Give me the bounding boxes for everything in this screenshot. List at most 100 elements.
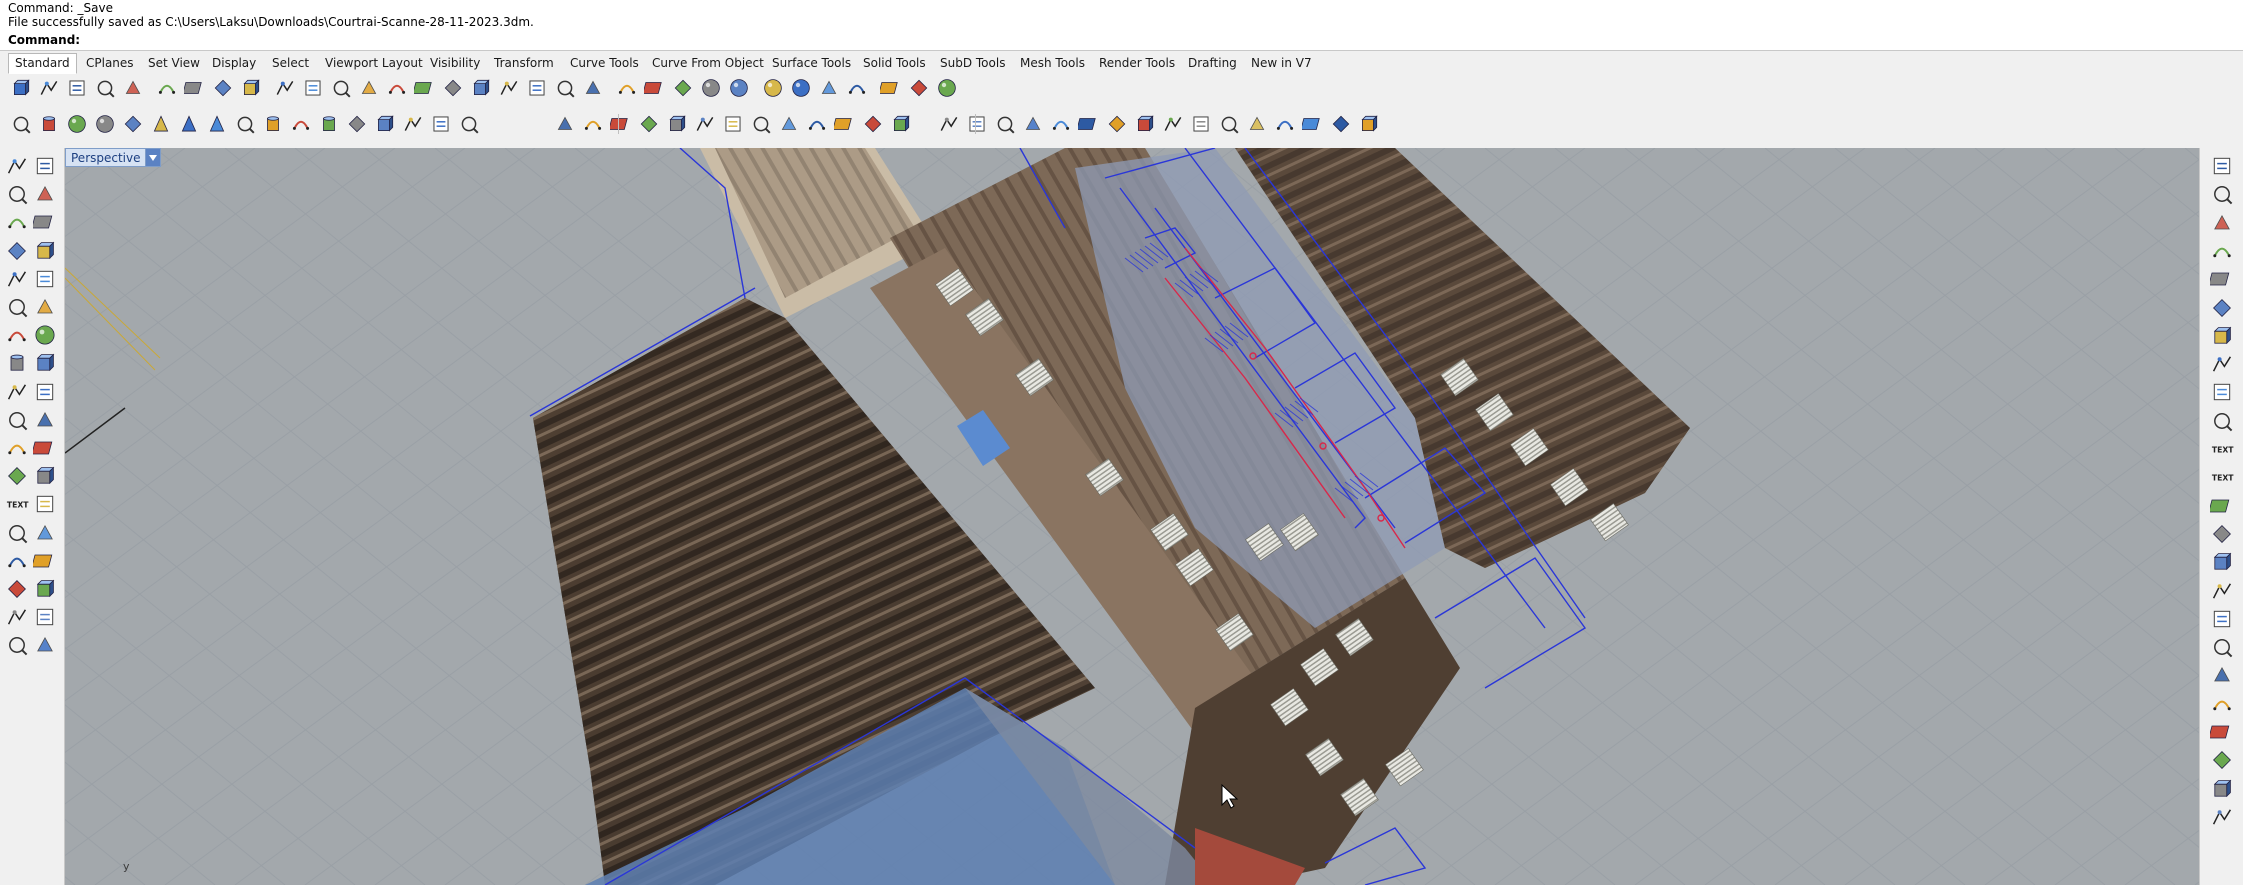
grid-mesh-icon[interactable]: [1274, 113, 1296, 135]
chamfer-icon[interactable]: [1134, 113, 1156, 135]
join-icon[interactable]: [33, 605, 57, 629]
array-points-icon[interactable]: [1302, 113, 1324, 135]
pan-icon[interactable]: [274, 77, 296, 99]
sun-icon[interactable]: [908, 77, 930, 99]
layer-icon[interactable]: [2210, 607, 2234, 631]
pyramid-icon[interactable]: [206, 113, 228, 135]
tab-visibility[interactable]: Visibility: [424, 54, 486, 73]
fillet-tool-icon[interactable]: [5, 380, 29, 404]
layers-icon[interactable]: [644, 77, 666, 99]
zoom-extents-icon[interactable]: [386, 77, 408, 99]
hatch-icon[interactable]: [2210, 579, 2234, 603]
tab-display[interactable]: Display: [206, 54, 262, 73]
osnap-cen-icon[interactable]: [2210, 239, 2234, 263]
tab-transform[interactable]: Transform: [488, 54, 560, 73]
plane-solid-icon[interactable]: [234, 113, 256, 135]
extrude-srf-point-icon[interactable]: [694, 113, 716, 135]
leader-icon[interactable]: [2210, 522, 2234, 546]
open-folder-icon[interactable]: [2210, 720, 2234, 744]
scale-tool-icon[interactable]: [33, 464, 57, 488]
tab-new-in-v7[interactable]: New in V7: [1245, 54, 1318, 73]
tab-render-tools[interactable]: Render Tools: [1093, 54, 1181, 73]
tube-icon[interactable]: [262, 113, 284, 135]
tab-solid-tools[interactable]: Solid Tools: [857, 54, 932, 73]
tolerance-icon[interactable]: [2210, 550, 2234, 574]
render-icon[interactable]: [672, 77, 694, 99]
tab-drafting[interactable]: Drafting: [1182, 54, 1243, 73]
osnap-mid-icon[interactable]: [2210, 211, 2234, 235]
pipe-icon[interactable]: [318, 113, 340, 135]
explode-icon[interactable]: [938, 113, 960, 135]
mesh-tool-icon[interactable]: [5, 549, 29, 573]
slab-icon[interactable]: [374, 113, 396, 135]
annotate-icon[interactable]: [2210, 635, 2234, 659]
tab-subd-tools[interactable]: SubD Tools: [934, 54, 1011, 73]
group-icon[interactable]: [5, 521, 29, 545]
properties-icon[interactable]: [880, 77, 902, 99]
viewport-menu-arrow-icon[interactable]: [144, 149, 160, 166]
lock-icon[interactable]: [616, 77, 638, 99]
tab-set-view[interactable]: Set View: [142, 54, 206, 73]
extrude-tapered-icon[interactable]: [554, 113, 576, 135]
copy-icon[interactable]: [184, 77, 206, 99]
boolean-diff-icon[interactable]: [806, 113, 828, 135]
hide-icon[interactable]: [526, 77, 548, 99]
cone-icon[interactable]: [150, 113, 172, 135]
zoom-extents-all-icon[interactable]: [442, 77, 464, 99]
dimension-tool-icon[interactable]: [33, 492, 57, 516]
paraboloid-icon[interactable]: [122, 113, 144, 135]
select-icon[interactable]: [5, 154, 29, 178]
point-cloud-scan[interactable]: [533, 148, 1690, 885]
box-solid-icon[interactable]: [5, 323, 29, 347]
text-tool-icon[interactable]: TEXT: [5, 492, 29, 516]
solid-array-icon[interactable]: [402, 113, 424, 135]
box-icon[interactable]: [10, 113, 32, 135]
osnap-end-icon[interactable]: [2210, 154, 2234, 178]
dimension-icon[interactable]: [2210, 494, 2234, 518]
extrude-path-icon[interactable]: [582, 113, 604, 135]
four-viewports-icon[interactable]: [470, 77, 492, 99]
array-tool-icon[interactable]: [5, 577, 29, 601]
sphere-solid-icon[interactable]: [33, 323, 57, 347]
blend-icon[interactable]: [1162, 113, 1184, 135]
osnap-perp-icon[interactable]: [2210, 296, 2234, 320]
fillet-edge-icon[interactable]: [750, 113, 772, 135]
open-icon[interactable]: [38, 77, 60, 99]
copy-tool-icon[interactable]: [33, 408, 57, 432]
paste-icon[interactable]: [212, 77, 234, 99]
help-icon[interactable]: [936, 77, 958, 99]
tab-curve-from-object[interactable]: Curve From Object: [646, 54, 770, 73]
move-tool-icon[interactable]: [5, 408, 29, 432]
layout-mgr-icon[interactable]: [2210, 805, 2234, 829]
sphere-blue-icon[interactable]: [790, 77, 812, 99]
undo-icon[interactable]: [240, 77, 262, 99]
material-icon[interactable]: [33, 633, 57, 657]
viewport-title-tab[interactable]: Perspective: [65, 148, 161, 167]
offset-icon[interactable]: [722, 113, 744, 135]
command-input[interactable]: [72, 33, 2176, 49]
truncated-cone-icon[interactable]: [178, 113, 200, 135]
zoom-icon[interactable]: [330, 77, 352, 99]
point-icon[interactable]: [33, 154, 57, 178]
named-view-icon[interactable]: [2210, 692, 2234, 716]
surface-icon[interactable]: [5, 295, 29, 319]
point-cloud-icon[interactable]: [33, 436, 57, 460]
perspective-viewport[interactable]: y: [65, 148, 2199, 885]
plane-surface-icon[interactable]: [33, 351, 57, 375]
new-icon[interactable]: [10, 77, 32, 99]
sphere-icon[interactable]: [66, 113, 88, 135]
osnap-quad-icon[interactable]: [2210, 352, 2234, 376]
rotate-view-icon[interactable]: [302, 77, 324, 99]
block-icon[interactable]: [33, 521, 57, 545]
tab-surface-tools[interactable]: Surface Tools: [766, 54, 857, 73]
rotate-tool-icon[interactable]: [5, 464, 29, 488]
tab-select[interactable]: Select: [266, 54, 315, 73]
ellipse-icon[interactable]: [33, 210, 57, 234]
render-tool-icon[interactable]: [5, 633, 29, 657]
free-curve-icon[interactable]: [33, 267, 57, 291]
boolean-split-icon[interactable]: [862, 113, 884, 135]
merge-icon[interactable]: [994, 113, 1016, 135]
curve-icon[interactable]: [33, 182, 57, 206]
extrude-surface-icon[interactable]: [666, 113, 688, 135]
text-outline-icon[interactable]: TEXT: [2210, 465, 2234, 489]
